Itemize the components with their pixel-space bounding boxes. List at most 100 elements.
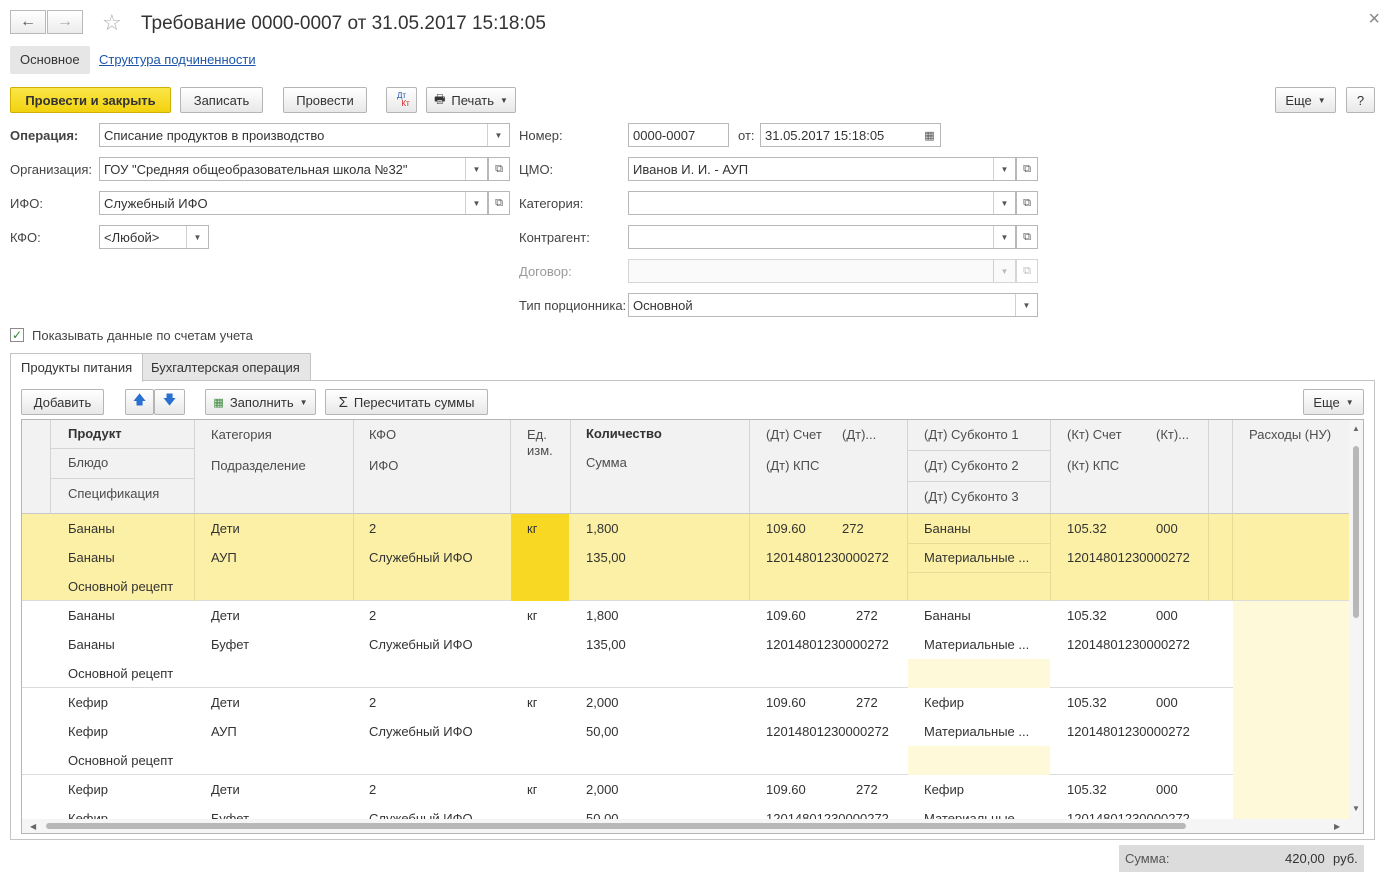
cell-sum[interactable]: 135,00 xyxy=(586,637,626,652)
col-ifo[interactable]: ИФО xyxy=(369,458,398,473)
table-more-button[interactable]: Еще ▼ xyxy=(1303,389,1364,415)
cell-product[interactable]: Кефир xyxy=(68,782,108,797)
chevron-down-icon[interactable]: ▼ xyxy=(1015,294,1037,316)
cell-product[interactable]: Бананы xyxy=(68,608,115,623)
date-field[interactable]: 31.05.2017 15:18:05 xyxy=(760,123,920,147)
cell-kt-account[interactable]: 105.32 xyxy=(1067,521,1107,536)
cell-category[interactable]: Дети xyxy=(211,521,240,536)
cell-division[interactable]: Буфет xyxy=(211,637,249,652)
cell-spec[interactable]: Основной рецепт xyxy=(68,753,173,768)
help-button[interactable]: ? xyxy=(1346,87,1375,113)
counterparty-field[interactable]: ▼ xyxy=(628,225,1016,249)
cell-sum[interactable]: 135,00 xyxy=(586,550,626,565)
chevron-down-icon[interactable]: ▼ xyxy=(993,226,1015,248)
back-button[interactable]: ← xyxy=(10,10,46,34)
open-icon[interactable]: ⧉ xyxy=(488,157,510,181)
cell-dt-account[interactable]: 109.60 xyxy=(766,608,806,623)
col-kt-kps[interactable]: (Кт) КПС xyxy=(1067,458,1119,473)
cell-dish[interactable]: Бананы xyxy=(68,637,115,652)
cell-kt-account[interactable]: 105.32 xyxy=(1067,782,1107,797)
col-kfo[interactable]: КФО xyxy=(369,427,396,442)
chevron-down-icon[interactable]: ▼ xyxy=(993,158,1015,180)
cell-dt-sub1[interactable]: Бананы xyxy=(924,608,971,623)
cell-spec[interactable]: Основной рецепт xyxy=(68,579,173,594)
cell-kt-kps[interactable]: 12014801230000272 xyxy=(1067,550,1190,565)
print-button[interactable]: 🖶 Печать ▼ xyxy=(426,87,516,113)
show-accounts-checkbox[interactable]: ✓ xyxy=(10,328,24,342)
open-icon[interactable]: ⧉ xyxy=(1016,225,1038,249)
products-table[interactable]: Продукт Блюдо Спецификация Категория Под… xyxy=(21,419,1364,834)
col-category[interactable]: Категория xyxy=(211,427,272,442)
cell-product[interactable]: Кефир xyxy=(68,695,108,710)
horizontal-scrollbar[interactable]: ◀ ▶ xyxy=(22,819,1363,833)
col-division[interactable]: Подразделение xyxy=(211,458,306,473)
category-field[interactable]: ▼ xyxy=(628,191,1016,215)
chevron-down-icon[interactable]: ▼ xyxy=(465,158,487,180)
operation-field[interactable]: Списание продуктов в производство ▼ xyxy=(99,123,510,147)
fill-button[interactable]: ▦ Заполнить ▼ xyxy=(205,389,316,415)
cell-qty[interactable]: 1,800 xyxy=(586,608,619,623)
cell-dt-code[interactable]: 272 xyxy=(842,521,864,536)
number-field[interactable]: 0000-0007 xyxy=(628,123,729,147)
portion-type-field[interactable]: Основной ▼ xyxy=(628,293,1038,317)
cell-ifo[interactable]: Служебный ИФО xyxy=(369,550,473,565)
scroll-right-icon[interactable]: ▶ xyxy=(1334,822,1340,831)
cell-dt-sub1[interactable]: Бананы xyxy=(924,521,971,536)
close-icon[interactable]: × xyxy=(1368,8,1380,31)
chevron-down-icon[interactable]: ▼ xyxy=(186,226,208,248)
section-structure-link[interactable]: Структура подчиненности xyxy=(89,46,266,74)
post-and-close-button[interactable]: Провести и закрыть xyxy=(10,87,171,113)
cell-qty[interactable]: 2,000 xyxy=(586,695,619,710)
cell-kt-kps[interactable]: 12014801230000272 xyxy=(1067,637,1190,652)
cell-kt-code[interactable]: 000 xyxy=(1156,608,1178,623)
cell-division[interactable]: АУП xyxy=(211,724,237,739)
table-row[interactable]: Бананы Бананы Основной рецепт Дети Буфет… xyxy=(22,601,1349,688)
vertical-scrollbar[interactable]: ▲ ▼ xyxy=(1349,420,1363,820)
col-product[interactable]: Продукт xyxy=(68,426,122,441)
cell-kt-code[interactable]: 000 xyxy=(1156,521,1178,536)
cell-dt-code[interactable]: 272 xyxy=(856,782,878,797)
col-spec[interactable]: Спецификация xyxy=(68,486,159,501)
cell-unit[interactable]: кг xyxy=(527,521,537,536)
table-row[interactable]: Бананы Бананы Основной рецепт Дети АУП 2… xyxy=(22,514,1349,601)
cell-sum[interactable]: 50,00 xyxy=(586,724,619,739)
dt-kt-button[interactable]: Дт Кт xyxy=(386,87,417,113)
move-up-button[interactable]: 🡅 xyxy=(125,389,154,415)
cell-kfo[interactable]: 2 xyxy=(369,695,376,710)
cell-category[interactable]: Дети xyxy=(211,608,240,623)
cell-dt-sub2[interactable]: Материальные ... xyxy=(924,724,1029,739)
cell-dt-account[interactable]: 109.60 xyxy=(766,782,806,797)
open-icon[interactable]: ⧉ xyxy=(1016,157,1038,181)
cell-dt-code[interactable]: 272 xyxy=(856,608,878,623)
cell-dt-account[interactable]: 109.60 xyxy=(766,521,806,536)
col-dt-sub2[interactable]: (Дт) Субконто 2 xyxy=(924,458,1019,473)
forward-button[interactable]: → xyxy=(47,10,83,34)
recalc-sums-button[interactable]: Σ Пересчитать суммы xyxy=(325,389,488,415)
favorite-star-icon[interactable]: ☆ xyxy=(102,10,122,36)
cell-dt-account[interactable]: 109.60 xyxy=(766,695,806,710)
cell-unit[interactable]: кг xyxy=(527,608,537,623)
cell-dt-code[interactable]: 272 xyxy=(856,695,878,710)
cell-ifo[interactable]: Служебный ИФО xyxy=(369,724,473,739)
kfo-field[interactable]: <Любой> ▼ xyxy=(99,225,209,249)
col-sum[interactable]: Сумма xyxy=(586,455,627,470)
cmo-field[interactable]: Иванов И. И. - АУП ▼ xyxy=(628,157,1016,181)
table-row[interactable]: Кефир Кефир Основной рецепт Дети АУП 2 С… xyxy=(22,688,1349,775)
col-unit[interactable]: Ед. изм. xyxy=(527,427,567,459)
col-dish[interactable]: Блюдо xyxy=(68,455,108,470)
organization-field[interactable]: ГОУ "Средняя общеобразовательная школа №… xyxy=(99,157,488,181)
cell-kt-code[interactable]: 000 xyxy=(1156,695,1178,710)
open-icon[interactable]: ⧉ xyxy=(1016,191,1038,215)
cell-dt-sub2[interactable]: Материальные ... xyxy=(924,637,1029,652)
show-accounts-label[interactable]: Показывать данные по счетам учета xyxy=(32,328,253,343)
cell-dt-sub1[interactable]: Кефир xyxy=(924,782,964,797)
col-qty[interactable]: Количество xyxy=(586,426,662,441)
cell-category[interactable]: Дети xyxy=(211,695,240,710)
col-dt-short[interactable]: (Дт)... xyxy=(842,427,904,442)
scroll-down-icon[interactable]: ▼ xyxy=(1352,804,1360,813)
chevron-down-icon[interactable]: ▼ xyxy=(487,124,509,146)
cell-kt-account[interactable]: 105.32 xyxy=(1067,608,1107,623)
cell-dt-kps[interactable]: 12014801230000272 xyxy=(766,637,889,652)
scroll-left-icon[interactable]: ◀ xyxy=(30,822,36,831)
move-down-button[interactable]: 🡇 xyxy=(154,389,185,415)
